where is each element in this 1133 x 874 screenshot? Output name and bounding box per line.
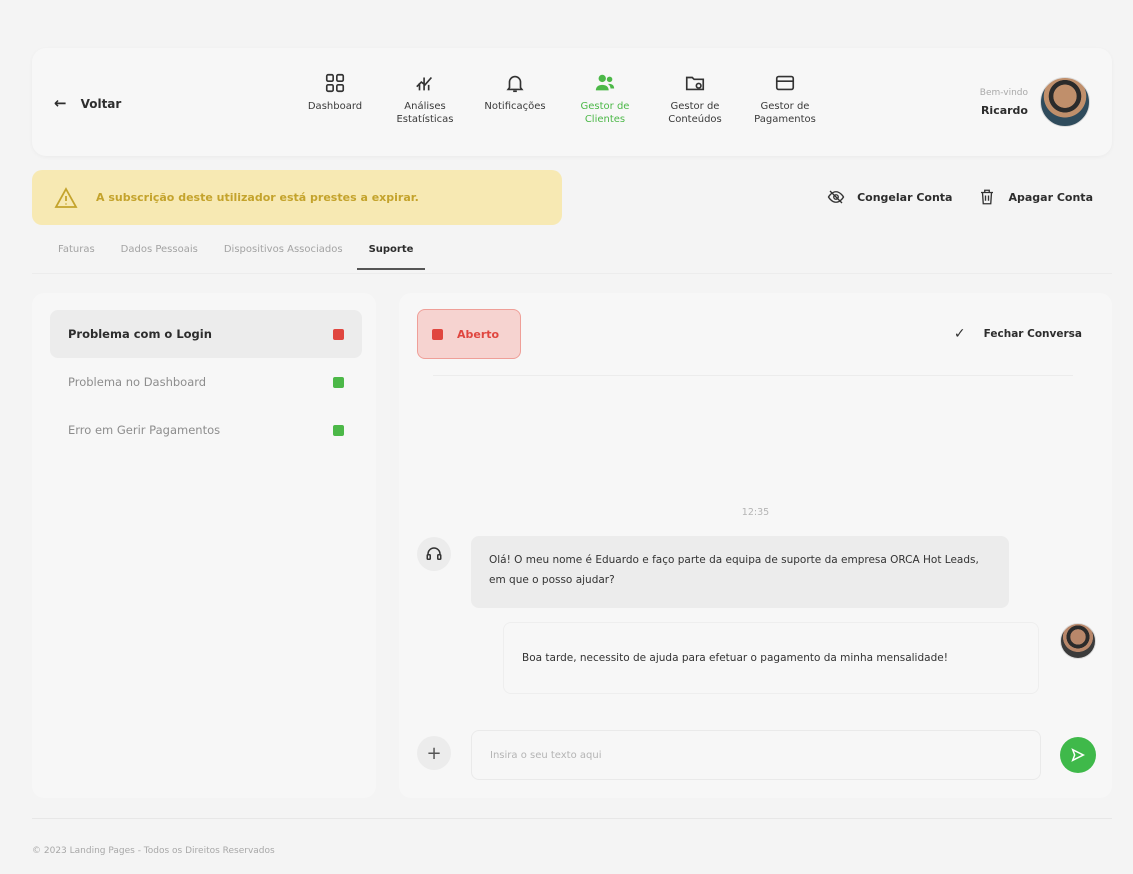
close-conversation-label: Fechar Conversa [983,328,1082,340]
chart-icon [416,76,433,91]
nav-label: Gestor de Clientes [580,101,630,125]
subscription-warning-banner: A subscrição deste utilizador está prest… [32,170,562,225]
plus-icon: + [426,742,442,764]
status-indicator [333,424,344,436]
nav-item-payments[interactable]: Gestor de Pagamentos [740,72,830,126]
message-timestamp: 12:35 [741,507,770,518]
folder-icon [685,76,705,91]
warning-icon [54,186,78,208]
page: ← Voltar Dashboard Análises Estatísticas [0,0,1133,874]
avatar[interactable] [1040,77,1090,127]
nav-item-analytics[interactable]: Análises Estatísticas [380,72,470,126]
support-agent-avatar [417,537,451,571]
headset-icon [426,547,442,560]
user-message-bubble: Boa tarde, necessito de ajuda para efetu… [503,622,1039,694]
user-profile[interactable]: Bem-vindo Ricardo [980,77,1090,127]
support-message-bubble: Olá! O meu nome é Eduardo e faço parte d… [471,536,1009,608]
delete-account-label: Apagar Conta [1008,190,1093,204]
grid-icon [325,73,345,93]
profile-tabs: Faturas Dados Pessoais Dispositivos Asso… [58,244,426,270]
ticket-title: Problema no Dashboard [68,375,207,389]
back-button[interactable]: ← Voltar [54,96,121,111]
freeze-account-button[interactable]: Congelar Conta [827,188,952,206]
add-attachment-button[interactable]: + [417,736,451,770]
nav-label: Notificações [484,101,546,112]
nav-label: Análises Estatísticas [396,101,454,125]
tab-personal-data[interactable]: Dados Pessoais [121,244,198,270]
divider [32,273,1112,274]
nav-item-clients[interactable]: Gestor de Clientes [560,72,650,126]
user-text: Bem-vindo Ricardo [980,88,1028,117]
status-indicator [333,328,344,340]
nav-item-dashboard[interactable]: Dashboard [290,72,380,113]
delete-account-button[interactable]: Apagar Conta [978,188,1093,206]
footer-divider [32,818,1112,819]
ticket-item[interactable]: Problema com o Login [50,310,362,358]
send-icon [1071,748,1085,762]
account-actions: Congelar Conta Apagar Conta [827,188,1093,206]
divider [433,375,1073,376]
status-indicator [432,328,443,340]
close-conversation-button[interactable]: ✓ Fechar Conversa [954,326,1082,342]
check-icon: ✓ [953,326,966,342]
freeze-account-label: Congelar Conta [857,190,953,204]
card-icon [775,75,795,91]
status-indicator [333,376,344,388]
main-nav: Dashboard Análises Estatísticas Notifica… [290,72,830,126]
ticket-item[interactable]: Erro em Gerir Pagamentos [50,406,362,454]
top-navigation-bar: ← Voltar Dashboard Análises Estatísticas [32,48,1112,156]
nav-label: Gestor de Pagamentos [754,101,816,125]
ticket-item[interactable]: Problema no Dashboard [50,358,362,406]
ticket-title: Erro em Gerir Pagamentos [68,423,221,437]
eye-off-icon [827,190,845,204]
trash-icon [981,189,994,205]
nav-label: Dashboard [307,101,363,112]
support-chat: Aberto ✓ Fechar Conversa 12:35 Olá! O me… [399,293,1112,798]
warning-message: A subscrição deste utilizador está prest… [96,191,419,204]
ticket-status-badge: Aberto [417,309,521,359]
nav-item-notifications[interactable]: Notificações [470,72,560,113]
arrow-left-icon: ← [54,94,67,112]
message-input[interactable] [471,730,1041,780]
user-avatar [1060,623,1096,659]
ticket-status-label: Aberto [457,327,500,341]
tab-invoices[interactable]: Faturas [58,244,95,270]
users-icon [595,74,615,91]
nav-label: Gestor de Conteúdos [668,101,722,125]
tab-support[interactable]: Suporte [356,244,426,270]
send-button[interactable] [1060,737,1096,773]
ticket-title: Problema com o Login [68,327,212,341]
bell-icon [506,75,524,93]
nav-item-contents[interactable]: Gestor de Conteúdos [650,72,740,126]
back-label: Voltar [80,96,122,111]
tab-devices[interactable]: Dispositivos Associados [224,244,343,270]
footer-copyright: © 2023 Landing Pages - Todos os Direitos… [32,846,275,856]
welcome-label: Bem-vindo [979,87,1028,98]
ticket-list: Problema com o Login Problema no Dashboa… [32,293,376,798]
user-name: Ricardo [980,103,1028,117]
